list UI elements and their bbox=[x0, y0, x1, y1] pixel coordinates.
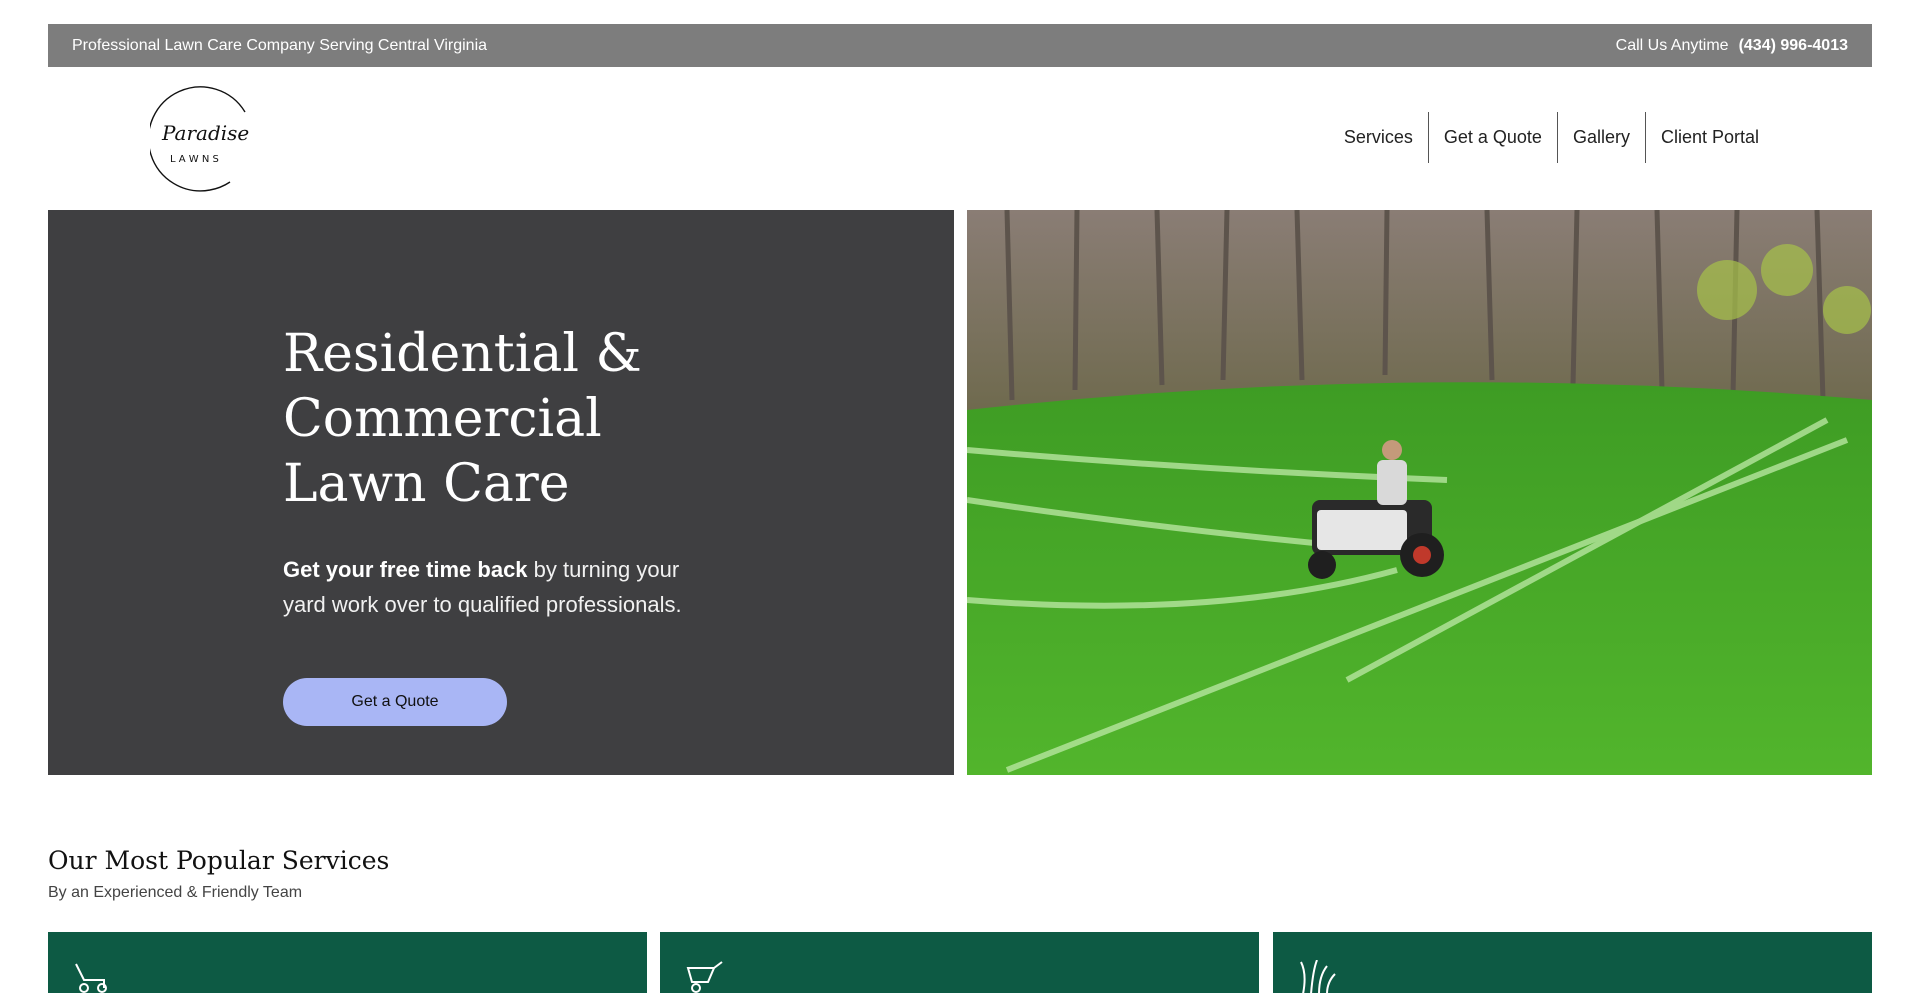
service-card-mowing[interactable] bbox=[48, 932, 647, 993]
lawn-mower-icon bbox=[75, 963, 107, 993]
hero-title-line: Commercial bbox=[283, 389, 602, 449]
hero-title-line: Lawn Care bbox=[283, 454, 570, 514]
main-nav: Services Get a Quote Gallery Client Port… bbox=[1329, 112, 1774, 163]
nav-gallery[interactable]: Gallery bbox=[1558, 112, 1645, 163]
top-bar: Professional Lawn Care Company Serving C… bbox=[48, 24, 1872, 67]
phone-link[interactable]: (434) 996-4013 bbox=[1739, 37, 1848, 55]
mowing-photo bbox=[967, 210, 1872, 775]
wheelbarrow-icon bbox=[686, 961, 723, 993]
nav-client-portal[interactable]: Client Portal bbox=[1646, 112, 1774, 163]
hero-subtitle-bold: Get your free time back bbox=[283, 557, 528, 582]
hero-title-line: Residential & bbox=[283, 324, 642, 384]
call-label: Call Us Anytime bbox=[1615, 36, 1729, 54]
grass-icon bbox=[1300, 960, 1336, 993]
tagline: Professional Lawn Care Company Serving C… bbox=[72, 36, 488, 54]
get-a-quote-button[interactable]: Get a Quote bbox=[283, 678, 507, 726]
service-card-fertilization[interactable] bbox=[1273, 932, 1872, 993]
services-subheading: By an Experienced & Friendly Team bbox=[48, 884, 303, 901]
nav-services[interactable]: Services bbox=[1329, 112, 1428, 163]
logo-emblem: Paradise L A W N S bbox=[147, 86, 249, 192]
service-card-landscaping[interactable] bbox=[660, 932, 1259, 993]
logo-word: L A W N S bbox=[170, 154, 219, 165]
site-logo[interactable]: Paradise L A W N S bbox=[147, 82, 260, 192]
services-heading: Our Most Popular Services bbox=[48, 846, 390, 875]
nav-get-a-quote[interactable]: Get a Quote bbox=[1429, 112, 1557, 163]
contact-info: Call Us Anytime (434) 996-4013 bbox=[1616, 37, 1848, 55]
hero-panel: Residential & Commercial Lawn Care Get y… bbox=[48, 210, 954, 775]
hero-subtitle: Get your free time back by turning your … bbox=[283, 552, 703, 622]
logo-script: Paradise bbox=[161, 121, 249, 145]
hero-title: Residential & Commercial Lawn Care bbox=[283, 322, 703, 517]
